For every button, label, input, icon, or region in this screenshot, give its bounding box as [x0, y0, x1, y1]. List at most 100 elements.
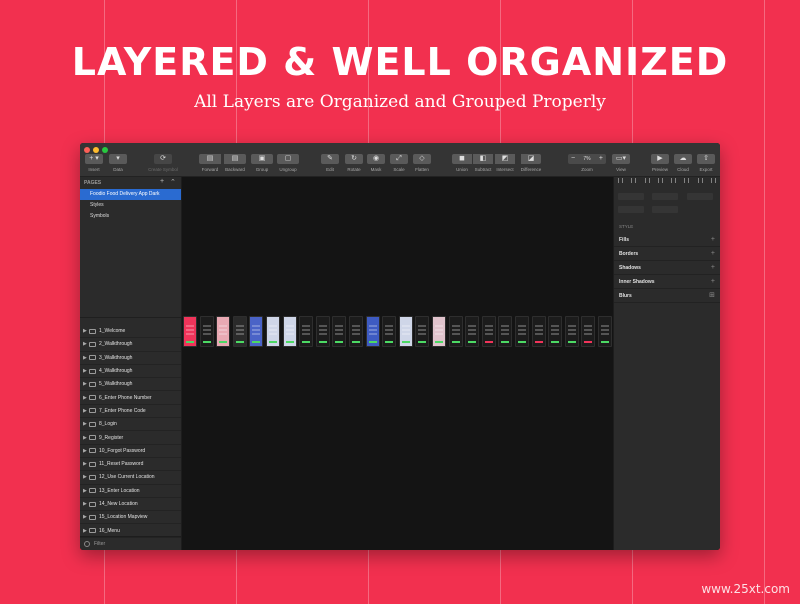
backward-button[interactable]: ▤ Backward — [222, 154, 248, 172]
data-button[interactable]: ▾ Data — [108, 154, 128, 172]
export-button[interactable]: ⇧ Export — [696, 154, 716, 172]
view-button[interactable]: ▭▾ View — [611, 154, 631, 172]
artboard-thumbnail[interactable] — [531, 316, 546, 347]
union-button[interactable]: ◼ Union — [451, 154, 473, 172]
artboard-thumbnail[interactable] — [481, 316, 496, 347]
artboard-thumbnail[interactable] — [581, 316, 596, 347]
group-button[interactable]: ▣ Group — [251, 154, 273, 172]
artboard-thumbnail[interactable] — [315, 316, 330, 347]
artboard-thumbnail[interactable] — [199, 316, 214, 347]
width-field[interactable] — [618, 206, 644, 213]
create-symbol-icon: ⟳ — [154, 154, 172, 164]
fills-section[interactable]: Fills + — [614, 233, 720, 247]
artboard-thumbnail[interactable] — [249, 316, 264, 347]
zoom-in-button[interactable]: + — [599, 154, 603, 164]
subtract-button[interactable]: ◧ Subtract — [472, 154, 494, 172]
add-inner-shadow-button[interactable]: + — [711, 275, 715, 289]
collapse-pages-button[interactable]: ⌃ — [170, 178, 176, 186]
add-border-button[interactable]: + — [711, 247, 715, 261]
scale-button[interactable]: ⤢ Scale — [389, 154, 409, 172]
insert-button[interactable]: + ▾ Insert — [84, 154, 104, 172]
artboard-thumbnail[interactable] — [282, 316, 297, 347]
artboard-thumbnail[interactable] — [515, 316, 529, 347]
layer-row[interactable]: ▶ 6_Enter Phone Number — [80, 392, 181, 405]
layer-row[interactable]: ▶ 15_Location Mapview — [80, 511, 181, 525]
mask-button[interactable]: ◉ Mask — [366, 154, 386, 172]
add-shadow-button[interactable]: + — [711, 261, 715, 275]
layer-row[interactable]: ▶ 2_Walkthrough — [80, 338, 181, 352]
align-right-icon[interactable] — [644, 178, 650, 183]
artboard-thumbnail[interactable] — [432, 316, 446, 347]
align-left-icon[interactable] — [618, 178, 623, 183]
edit-button[interactable]: ✎ Edit — [320, 154, 340, 172]
layer-row[interactable]: ▶ 7_Enter Phone Code — [80, 405, 181, 419]
close-window-button[interactable] — [84, 147, 90, 153]
filter-bar[interactable]: Filter — [80, 536, 181, 550]
ungroup-button[interactable]: ▢ Ungroup — [276, 154, 300, 172]
align-center-icon[interactable] — [631, 178, 637, 183]
artboard-thumbnail[interactable] — [398, 316, 413, 347]
inner-shadows-section[interactable]: Inner Shadows + — [614, 275, 720, 289]
page-item[interactable]: Styles — [80, 200, 181, 211]
intersect-button[interactable]: ◩ Intersect — [494, 154, 516, 172]
position-x-field[interactable] — [618, 193, 644, 200]
distribute-horizontal-icon[interactable] — [697, 178, 703, 183]
artboard-thumbnail[interactable] — [299, 316, 314, 347]
maximize-window-button[interactable] — [102, 147, 108, 153]
layer-row[interactable]: ▶ 13_Enter Location — [80, 485, 181, 498]
zoom-control[interactable]: − 7% + Zoom — [567, 154, 607, 172]
layer-row[interactable]: ▶ 1_Welcome — [80, 325, 181, 339]
layer-row[interactable]: ▶ 3_Walkthrough — [80, 352, 181, 365]
canvas[interactable] — [183, 177, 613, 550]
align-middle-icon[interactable] — [671, 178, 677, 183]
layer-row[interactable]: ▶ 14_New Location — [80, 498, 181, 512]
add-blur-button[interactable]: ⊞ — [709, 289, 715, 303]
minimize-window-button[interactable] — [93, 147, 99, 153]
artboard-thumbnail[interactable] — [598, 316, 612, 347]
artboard-thumbnail[interactable] — [266, 316, 280, 347]
artboard-thumbnail[interactable] — [216, 316, 231, 347]
artboard-thumbnail[interactable] — [415, 316, 430, 347]
layer-row[interactable]: ▶ 10_Forgot Password — [80, 445, 181, 458]
layer-row[interactable]: ▶ 12_Use Current Location — [80, 471, 181, 485]
artboard-thumbnail[interactable] — [465, 316, 480, 347]
align-top-icon[interactable] — [657, 178, 663, 183]
rotate-button[interactable]: ↻ Rotate — [343, 154, 365, 172]
borders-section[interactable]: Borders + — [614, 247, 720, 261]
create-symbol-button[interactable]: ⟳ Create Symbol — [146, 154, 180, 172]
artboard-thumbnail[interactable] — [564, 316, 579, 347]
forward-button[interactable]: ▤ Forward — [198, 154, 222, 172]
layer-row[interactable]: ▶ 11_Reset Password — [80, 458, 181, 472]
artboard-thumbnail[interactable] — [382, 316, 397, 347]
flatten-button[interactable]: ◇ Flatten — [412, 154, 432, 172]
artboard-thumbnail[interactable] — [332, 316, 347, 347]
layer-row[interactable]: ▶ 5_Walkthrough — [80, 378, 181, 392]
artboard-thumbnail[interactable] — [548, 316, 563, 347]
flip-icon[interactable] — [687, 206, 713, 213]
artboard-thumbnail[interactable] — [183, 316, 197, 347]
distribute-vertical-icon[interactable] — [710, 178, 716, 183]
align-bottom-icon[interactable] — [684, 178, 690, 183]
artboard-content — [601, 325, 609, 327]
height-field[interactable] — [652, 206, 678, 213]
page-item[interactable]: Foodio Food Delivery App Dark — [80, 189, 181, 200]
artboard-thumbnail[interactable] — [448, 316, 463, 347]
artboard-thumbnail[interactable] — [232, 316, 247, 347]
add-page-button[interactable]: + — [160, 178, 164, 185]
layer-row[interactable]: ▶ 9_Register — [80, 431, 181, 445]
artboard-thumbnail[interactable] — [365, 316, 380, 347]
layer-row[interactable]: ▶ 4_Walkthrough — [80, 365, 181, 379]
blurs-section[interactable]: Blurs ⊞ — [614, 289, 720, 303]
page-item[interactable]: Symbols — [80, 211, 181, 222]
difference-button[interactable]: ◪ Difference — [516, 154, 546, 172]
rotation-field[interactable] — [687, 193, 713, 200]
preview-button[interactable]: ▶ Preview — [650, 154, 670, 172]
zoom-out-button[interactable]: − — [571, 154, 575, 164]
artboard-thumbnail[interactable] — [349, 316, 363, 347]
artboard-thumbnail[interactable] — [498, 316, 513, 347]
shadows-section[interactable]: Shadows + — [614, 261, 720, 275]
add-fill-button[interactable]: + — [711, 233, 715, 247]
layer-row[interactable]: ▶ 8_Login — [80, 418, 181, 432]
cloud-button[interactable]: ☁ Cloud — [673, 154, 693, 172]
position-y-field[interactable] — [652, 193, 678, 200]
